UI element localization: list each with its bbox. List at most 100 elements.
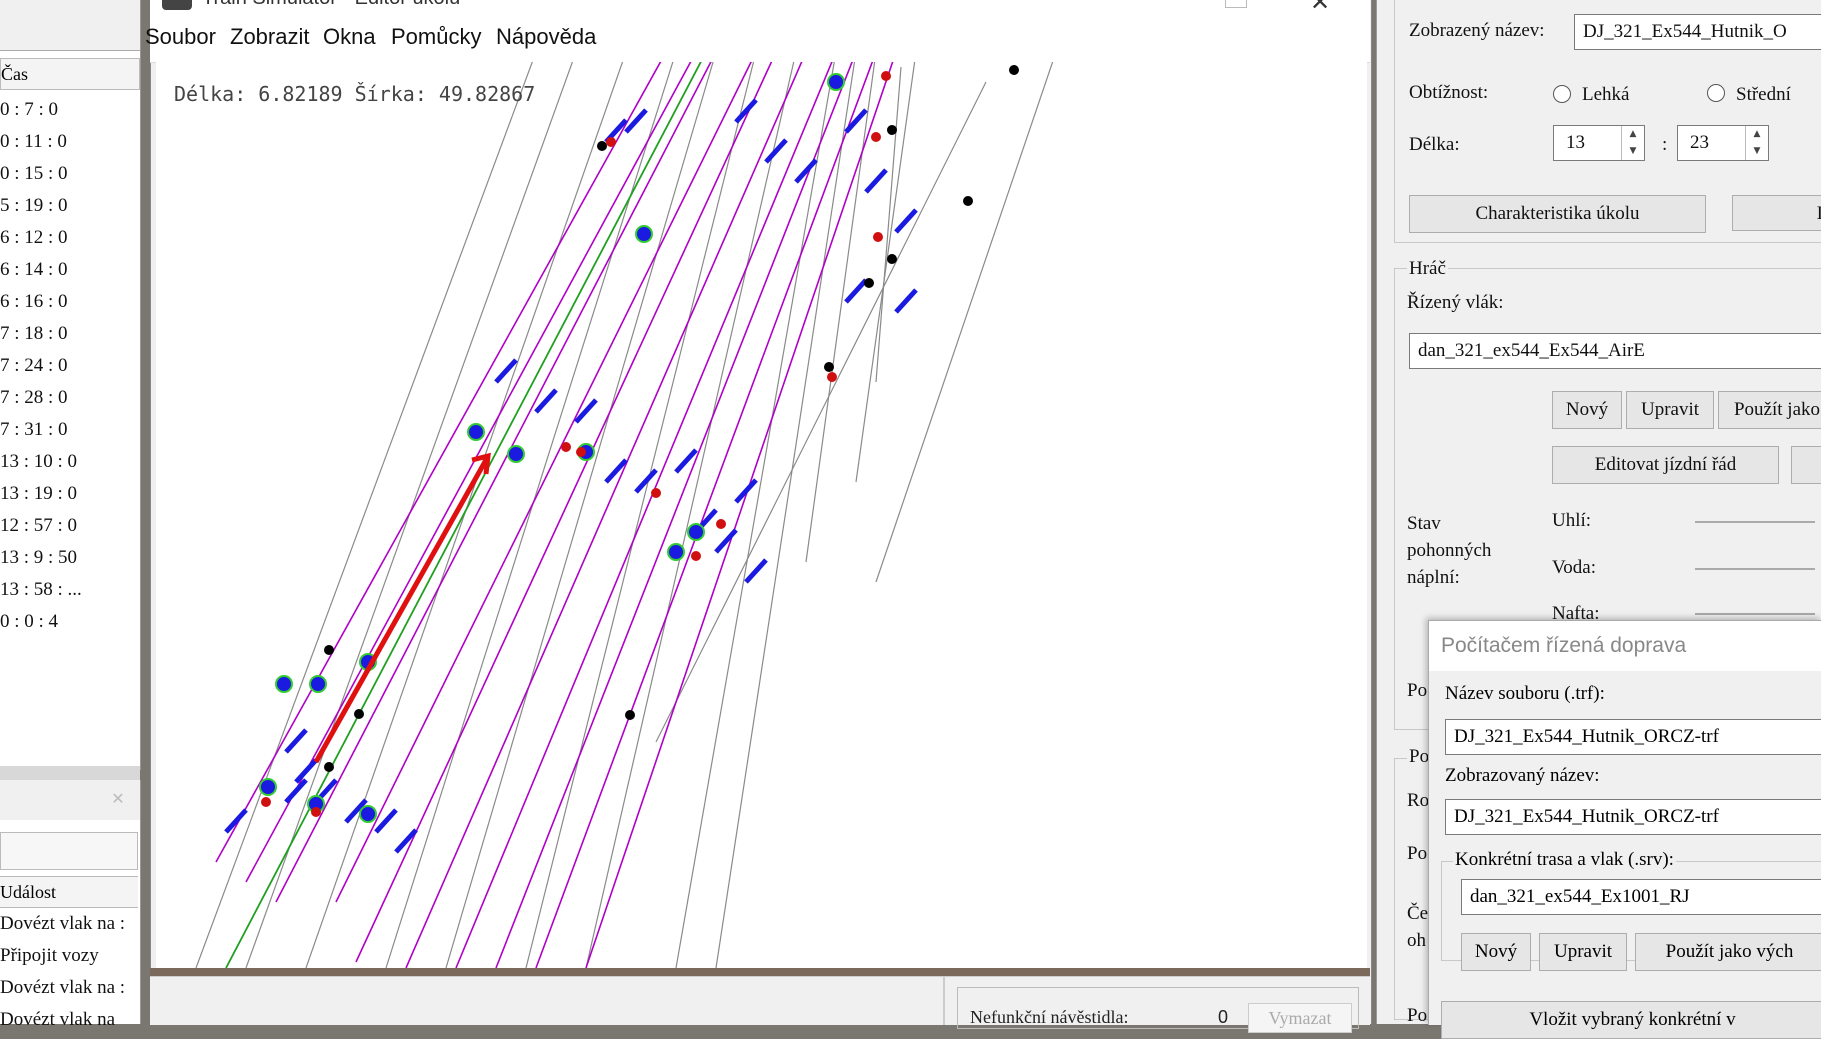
duration-hours-stepper[interactable]: 13 ▲ ▼	[1553, 125, 1645, 161]
red-marker[interactable]	[873, 232, 883, 242]
time-list-item[interactable]: 5 : 19 : 0	[0, 190, 138, 222]
events-close-icon[interactable]: ✕	[100, 786, 136, 812]
time-list-item[interactable]: 6 : 12 : 0	[0, 222, 138, 254]
use-as-default-button[interactable]: Použít jako vých	[1635, 933, 1821, 971]
time-list-item[interactable]: 0 : 11 : 0	[0, 126, 138, 158]
menu-soubor[interactable]: Soubor	[145, 24, 216, 50]
time-list-item[interactable]: 13 : 19 : 0	[0, 478, 138, 510]
event-column-header[interactable]: Událost	[0, 876, 138, 908]
new-service-button[interactable]: Nový	[1461, 933, 1531, 971]
coal-slider[interactable]	[1695, 521, 1815, 523]
time-list-item[interactable]: 13 : 9 : 50	[0, 542, 138, 574]
red-marker[interactable]	[606, 137, 616, 147]
station-marker[interactable]	[359, 805, 377, 823]
water-slider[interactable]	[1695, 568, 1815, 570]
time-list-item[interactable]: 13 : 58 : ...	[0, 574, 138, 606]
red-marker[interactable]	[827, 372, 837, 382]
station-marker[interactable]	[259, 778, 277, 796]
clear-signals-button[interactable]: Vymazat	[1248, 1003, 1352, 1033]
edit-timetable-button[interactable]: Editovat jízdní řád	[1552, 446, 1779, 484]
station-marker[interactable]	[309, 675, 327, 693]
time-list-item[interactable]: 7 : 28 : 0	[0, 382, 138, 414]
black-marker[interactable]	[963, 196, 973, 206]
black-marker[interactable]	[324, 645, 334, 655]
use-as-button[interactable]: Použít jako	[1718, 391, 1821, 429]
time-list-item[interactable]: 7 : 18 : 0	[0, 318, 138, 350]
extra-timetable-button[interactable]	[1791, 446, 1821, 484]
controlled-train-select[interactable]: dan_321_ex544_Ex544_AirE	[1409, 333, 1821, 369]
signal-marker[interactable]	[624, 108, 648, 134]
stepper-arrows-icon[interactable]: ▲ ▼	[1745, 126, 1768, 160]
signal-marker[interactable]	[294, 758, 318, 784]
time-list-item[interactable]: 7 : 31 : 0	[0, 414, 138, 446]
signal-marker[interactable]	[864, 168, 888, 194]
time-list-item[interactable]: 0 : 7 : 0	[0, 94, 138, 126]
new-train-button[interactable]: Nový	[1552, 391, 1622, 429]
maximize-icon[interactable]	[1225, 0, 1247, 8]
signal-marker[interactable]	[284, 778, 308, 804]
signal-marker[interactable]	[224, 808, 248, 834]
signal-marker[interactable]	[284, 728, 308, 754]
black-marker[interactable]	[824, 362, 834, 372]
signal-marker[interactable]	[764, 138, 788, 164]
red-marker[interactable]	[871, 132, 881, 142]
menu-zobrazit[interactable]: Zobrazit	[230, 24, 309, 50]
black-marker[interactable]	[625, 710, 635, 720]
time-list-item[interactable]: 0 : 15 : 0	[0, 158, 138, 190]
signal-marker[interactable]	[734, 478, 758, 504]
traffic-display-name-input[interactable]: DJ_321_Ex544_Hutnik_ORCZ-trf	[1445, 799, 1821, 835]
station-marker[interactable]	[667, 543, 685, 561]
difficulty-medium-radio[interactable]	[1707, 84, 1725, 102]
red-marker[interactable]	[261, 797, 271, 807]
black-marker[interactable]	[597, 141, 607, 151]
station-marker[interactable]	[635, 225, 653, 243]
station-marker[interactable]	[687, 523, 705, 541]
signal-marker[interactable]	[494, 358, 518, 384]
time-list-item[interactable]: 0 : 0 : 4	[0, 606, 138, 638]
red-marker[interactable]	[881, 71, 891, 81]
event-list-item[interactable]: Dovézt vlak na	[0, 1004, 138, 1036]
red-marker[interactable]	[576, 447, 586, 457]
red-marker[interactable]	[561, 442, 571, 452]
black-marker[interactable]	[887, 254, 897, 264]
route-map-svg[interactable]	[156, 62, 1367, 968]
service-select[interactable]: dan_321_ex544_Ex1001_RJ	[1461, 879, 1821, 915]
black-marker[interactable]	[324, 762, 334, 772]
red-marker[interactable]	[311, 807, 321, 817]
time-list-item[interactable]: 13 : 10 : 0	[0, 446, 138, 478]
edit-service-button[interactable]: Upravit	[1539, 933, 1627, 971]
activity-characteristics-button[interactable]: Charakteristika úkolu	[1409, 195, 1706, 233]
signal-marker[interactable]	[844, 108, 868, 134]
ai-traffic-dialog-title[interactable]: Počítačem řízená doprava	[1429, 621, 1821, 671]
trf-file-input[interactable]: DJ_321_Ex544_Hutnik_ORCZ-trf	[1445, 719, 1821, 755]
station-marker[interactable]	[827, 73, 845, 91]
route-map-canvas[interactable]: Délka: 6.82189 Šírka: 49.82867	[156, 62, 1367, 968]
stepper-arrows-icon[interactable]: ▲ ▼	[1621, 126, 1644, 160]
signal-marker[interactable]	[394, 828, 418, 854]
event-list-item[interactable]: Dovézt vlak na :	[0, 908, 138, 940]
display-name-input[interactable]: DJ_321_Ex544_Hutnik_O	[1574, 14, 1821, 50]
menu-okna[interactable]: Okna	[323, 24, 376, 50]
signal-marker[interactable]	[714, 528, 738, 554]
time-list-item[interactable]: 6 : 14 : 0	[0, 254, 138, 286]
window-title-bar[interactable]: Train Simulator - Editor úkolů ✕	[150, 0, 1370, 14]
black-marker[interactable]	[354, 709, 364, 719]
red-marker[interactable]	[651, 488, 661, 498]
black-marker[interactable]	[887, 125, 897, 135]
second-activity-button[interactable]: I	[1732, 195, 1821, 231]
edit-train-button[interactable]: Upravit	[1626, 391, 1714, 429]
event-list-item[interactable]: Dovézt vlak na :	[0, 972, 138, 1004]
menu-napoveda[interactable]: Nápověda	[496, 24, 596, 50]
red-marker[interactable]	[716, 519, 726, 529]
duration-minutes-stepper[interactable]: 23 ▲ ▼	[1677, 125, 1769, 161]
insert-selected-service-button[interactable]: Vložit vybraný konkrétní v	[1441, 1001, 1821, 1039]
station-marker[interactable]	[467, 423, 485, 441]
red-marker[interactable]	[691, 551, 701, 561]
time-column-header[interactable]: Čas	[0, 58, 140, 90]
close-icon[interactable]: ✕	[1310, 0, 1330, 14]
station-marker[interactable]	[275, 675, 293, 693]
menu-pomucky[interactable]: Pomůcky	[391, 24, 481, 50]
diesel-slider[interactable]	[1695, 613, 1815, 615]
black-marker[interactable]	[864, 278, 874, 288]
signal-marker[interactable]	[894, 288, 918, 314]
